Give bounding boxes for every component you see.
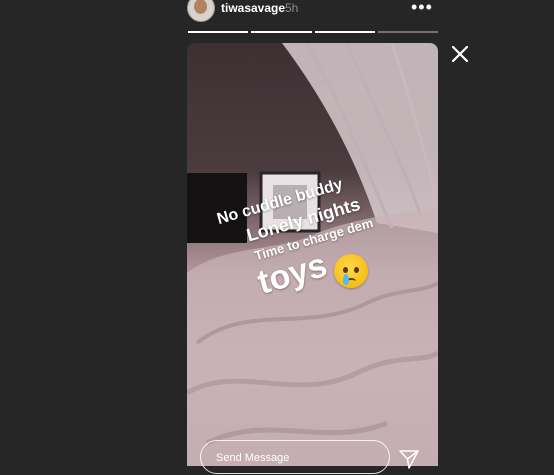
crying-face-emoji [334, 254, 368, 288]
progress-segment [377, 31, 438, 33]
emoji-eye [354, 267, 359, 273]
avatar[interactable] [187, 0, 215, 22]
emoji-eye [343, 267, 348, 273]
progress-segment [251, 31, 312, 33]
avatar-face [194, 0, 207, 14]
close-icon[interactable] [448, 42, 472, 66]
emoji-tear [343, 274, 349, 285]
username[interactable]: tiwasavage [221, 1, 285, 15]
send-icon[interactable] [398, 448, 420, 470]
timestamp: 5h [285, 1, 299, 15]
send-message-placeholder: Send Message [216, 452, 290, 464]
story-progress [188, 31, 438, 33]
progress-segment [188, 31, 249, 33]
more-horizontal-icon[interactable]: ••• [411, 0, 433, 16]
progress-segment [314, 31, 375, 33]
